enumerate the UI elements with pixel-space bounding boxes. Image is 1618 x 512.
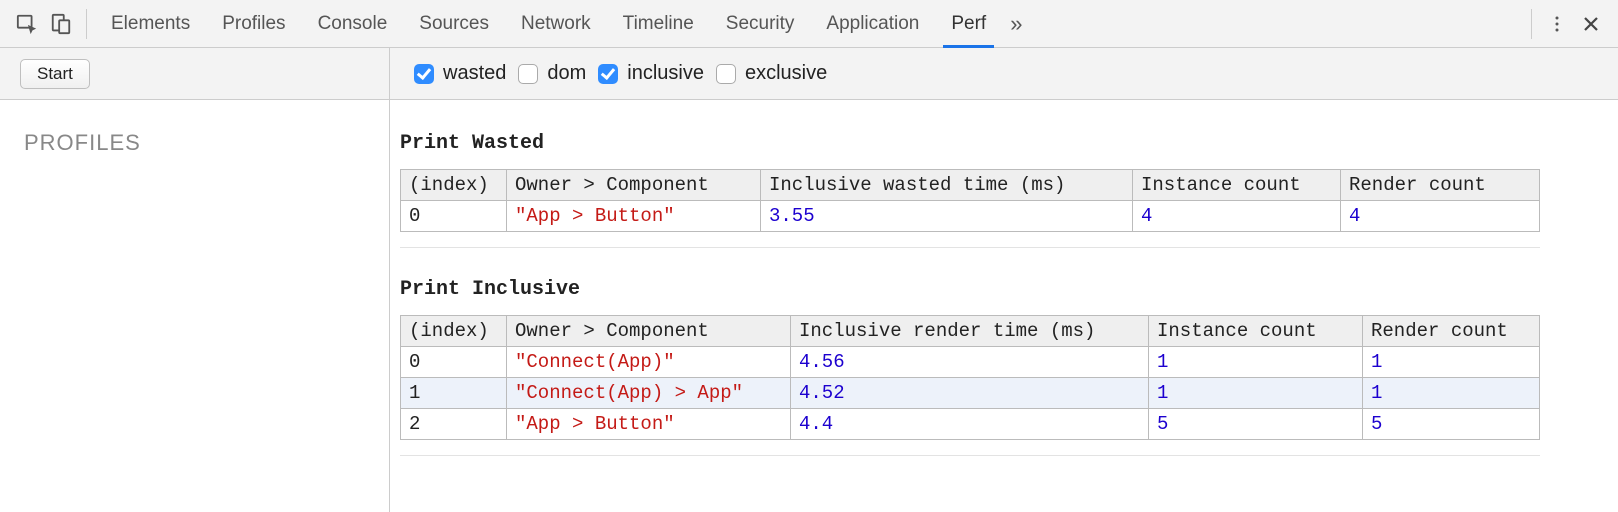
wasted-checkbox[interactable] (414, 64, 434, 84)
tab-elements[interactable]: Elements (95, 0, 206, 47)
col-index: (index) (401, 316, 507, 347)
sidebar-heading: PROFILES (24, 130, 365, 156)
table-cell: 4.4 (791, 409, 1149, 440)
col-owner: Owner > Component (507, 170, 761, 201)
tab-security[interactable]: Security (710, 0, 811, 47)
start-button[interactable]: Start (20, 59, 90, 89)
content-pane: Print Wasted (index) Owner > Component I… (390, 100, 1618, 512)
table-cell: 1 (1363, 347, 1540, 378)
table-cell: 1 (1149, 347, 1363, 378)
table-row: 1"Connect(App) > App"4.5211 (401, 378, 1540, 409)
main-split: PROFILES Print Wasted (index) Owner > Co… (0, 100, 1618, 512)
wasted-label[interactable]: wasted (443, 62, 506, 85)
col-index: (index) (401, 170, 507, 201)
col-time: Inclusive render time (ms) (791, 316, 1149, 347)
table-cell: "Connect(App) > App" (507, 378, 791, 409)
wasted-header-row: (index) Owner > Component Inclusive wast… (401, 170, 1540, 201)
device-toggle-icon[interactable] (44, 7, 78, 41)
col-time: Inclusive wasted time (ms) (761, 170, 1133, 201)
table-cell: 5 (1149, 409, 1363, 440)
table-cell: 5 (1363, 409, 1540, 440)
perf-toolbar: Start wasted dom inclusive exclusive (0, 48, 1618, 100)
wasted-tbody: 0"App > Button"3.5544 (401, 201, 1540, 232)
table-cell: 4 (1133, 201, 1341, 232)
tab-application[interactable]: Application (810, 0, 935, 47)
col-owner: Owner > Component (507, 316, 791, 347)
inclusive-checkbox[interactable] (598, 64, 618, 84)
table-cell: 4 (1341, 201, 1540, 232)
tab-timeline[interactable]: Timeline (607, 0, 710, 47)
inclusive-tbody: 0"Connect(App)"4.56111"Connect(App) > Ap… (401, 347, 1540, 440)
exclusive-checkbox[interactable] (716, 64, 736, 84)
table-row: 0"App > Button"3.5544 (401, 201, 1540, 232)
tab-perf[interactable]: Perf (935, 0, 1002, 47)
inclusive-header-row: (index) Owner > Component Inclusive rend… (401, 316, 1540, 347)
tab-sources[interactable]: Sources (403, 0, 505, 47)
inclusive-table: (index) Owner > Component Inclusive rend… (400, 315, 1540, 440)
table-cell: "App > Button" (507, 201, 761, 232)
table-cell: "Connect(App)" (507, 347, 791, 378)
devtools-tabbar: Elements Profiles Console Sources Networ… (0, 0, 1618, 48)
table-cell: 1 (1363, 378, 1540, 409)
tab-divider (86, 9, 87, 39)
dom-label[interactable]: dom (547, 62, 586, 85)
kebab-menu-icon[interactable] (1540, 7, 1574, 41)
inclusive-title: Print Inclusive (400, 278, 1608, 301)
wasted-title: Print Wasted (400, 132, 1608, 155)
close-icon[interactable] (1574, 7, 1608, 41)
dom-checkbox[interactable] (518, 64, 538, 84)
tab-console[interactable]: Console (302, 0, 404, 47)
tab-profiles[interactable]: Profiles (206, 0, 301, 47)
col-renders: Render count (1363, 316, 1540, 347)
table-cell: 3.55 (761, 201, 1133, 232)
table-cell: 4.52 (791, 378, 1149, 409)
exclusive-label[interactable]: exclusive (745, 62, 827, 85)
table-cell: 1 (401, 378, 507, 409)
wasted-table: (index) Owner > Component Inclusive wast… (400, 169, 1540, 232)
col-renders: Render count (1341, 170, 1540, 201)
table-row: 0"Connect(App)"4.5611 (401, 347, 1540, 378)
table-cell: 2 (401, 409, 507, 440)
table-cell: 0 (401, 347, 507, 378)
inclusive-label[interactable]: inclusive (627, 62, 704, 85)
sidebar: PROFILES (0, 100, 390, 512)
table-cell: 4.56 (791, 347, 1149, 378)
table-cell: "App > Button" (507, 409, 791, 440)
wasted-table-footer (400, 242, 1540, 248)
inclusive-table-footer (400, 450, 1540, 456)
tabs-overflow-icon[interactable]: » (1002, 11, 1030, 37)
table-cell: 1 (1149, 378, 1363, 409)
col-instances: Instance count (1149, 316, 1363, 347)
inspect-icon[interactable] (10, 7, 44, 41)
table-row: 2"App > Button"4.455 (401, 409, 1540, 440)
col-instances: Instance count (1133, 170, 1341, 201)
table-cell: 0 (401, 201, 507, 232)
tab-network[interactable]: Network (505, 0, 607, 47)
tab-divider-right (1531, 9, 1532, 39)
